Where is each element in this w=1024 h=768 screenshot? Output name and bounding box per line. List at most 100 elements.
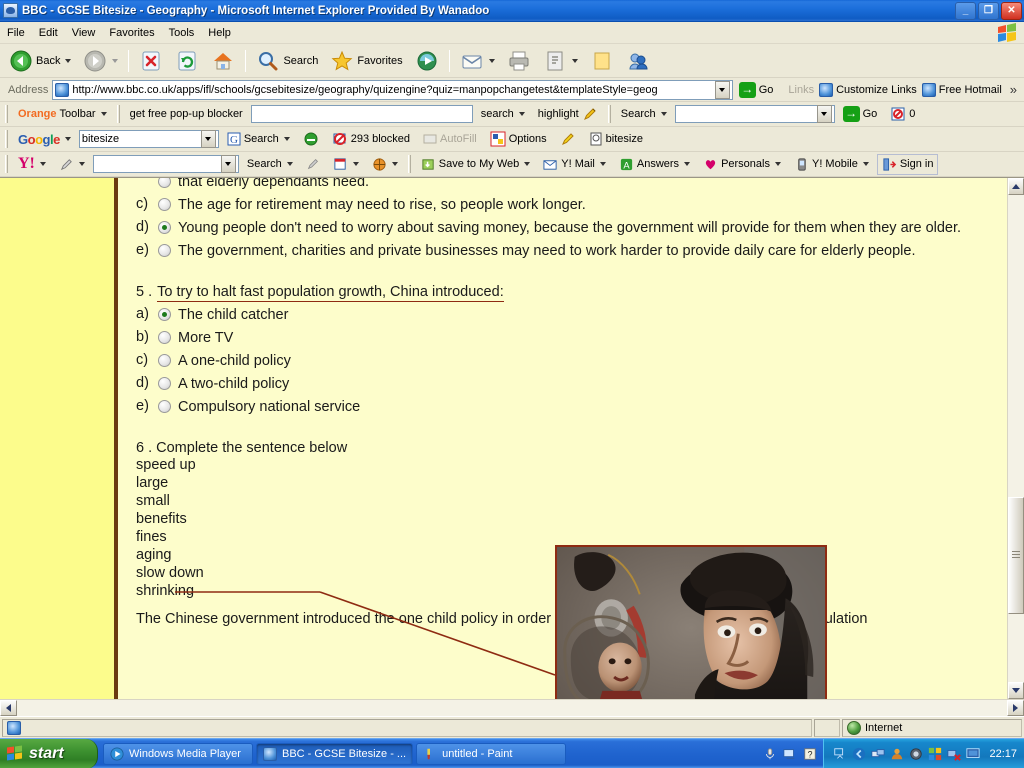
- google-search-button[interactable]: G Search: [222, 129, 295, 149]
- chevron-down-icon[interactable]: [64, 137, 71, 141]
- radio-button-selected[interactable]: [158, 308, 171, 321]
- orange-second-search-menu[interactable]: Search: [616, 105, 672, 123]
- address-input[interactable]: http://www.bbc.co.uk/apps/ifl/schools/gc…: [52, 79, 733, 100]
- antivirus-icon[interactable]: [909, 747, 923, 761]
- start-button[interactable]: start: [0, 738, 98, 768]
- chevron-down-icon[interactable]: [660, 112, 667, 116]
- updates-icon[interactable]: [928, 747, 942, 761]
- tray-expand-icon[interactable]: [833, 747, 847, 761]
- chevron-down-icon[interactable]: [684, 162, 691, 166]
- help-icon[interactable]: ?: [803, 747, 817, 761]
- yahoo-search-button[interactable]: Search: [242, 155, 298, 173]
- vertical-scrollbar[interactable]: [1007, 178, 1024, 699]
- question-4-option-e[interactable]: e) The government, charities and private…: [136, 241, 997, 262]
- toolbar-grip[interactable]: [5, 130, 8, 148]
- word-option[interactable]: small: [136, 492, 997, 510]
- google-popup-blocker[interactable]: 293 blocked: [327, 128, 415, 150]
- toolbar-grip[interactable]: [607, 105, 611, 123]
- messenger-tray-icon[interactable]: [852, 747, 866, 761]
- taskbar-item-paint[interactable]: untitled - Paint: [416, 742, 567, 765]
- network-connection-icon[interactable]: [871, 747, 886, 761]
- clock[interactable]: 22:17: [989, 748, 1017, 760]
- orange-toolbar-menu[interactable]: Orange Toolbar: [13, 105, 112, 123]
- mail-button[interactable]: [455, 46, 500, 76]
- menu-item-help[interactable]: Help: [201, 25, 238, 41]
- edit-dropdown-icon[interactable]: [571, 58, 578, 63]
- question-5-option-b[interactable]: b) More TV: [136, 328, 997, 349]
- radio-button-selected[interactable]: [158, 221, 171, 234]
- address-dropdown-button[interactable]: [714, 80, 730, 99]
- chevron-down-icon[interactable]: [352, 162, 359, 166]
- radio-button[interactable]: [158, 244, 171, 257]
- radio-button[interactable]: [158, 377, 171, 390]
- taskbar-item-windows-media-player[interactable]: Windows Media Player: [103, 742, 253, 765]
- question-5-option-a[interactable]: a) The child catcher: [136, 305, 997, 326]
- radio-button[interactable]: [158, 198, 171, 211]
- print-button[interactable]: [502, 46, 536, 76]
- radio-button[interactable]: [158, 400, 171, 413]
- orange-highlight-button[interactable]: highlight: [533, 103, 603, 125]
- yahoo-pencil2-button[interactable]: [301, 154, 325, 174]
- yahoo-pencil-button[interactable]: [54, 154, 90, 175]
- disconnected-network-icon[interactable]: [947, 747, 962, 761]
- chevron-down-icon[interactable]: [100, 112, 107, 116]
- question-5-option-c[interactable]: c) A one-child policy: [136, 351, 997, 372]
- user-account-icon[interactable]: [890, 747, 904, 761]
- chevron-down-icon[interactable]: [39, 162, 46, 166]
- chevron-down-icon[interactable]: [78, 162, 85, 166]
- search-button[interactable]: Search: [251, 46, 323, 76]
- toolbar-grip[interactable]: [116, 105, 120, 123]
- yahoo-antispy-button[interactable]: [367, 154, 403, 175]
- chevron-down-icon[interactable]: [599, 162, 606, 166]
- home-button[interactable]: [206, 46, 240, 76]
- question-5-option-d[interactable]: d) A two-child policy: [136, 374, 997, 395]
- orange-second-search-dropdown[interactable]: [816, 105, 832, 123]
- menu-item-favorites[interactable]: Favorites: [102, 25, 161, 41]
- network-icon[interactable]: [783, 747, 797, 761]
- go-button[interactable]: Go: [737, 81, 779, 99]
- orange-go-button[interactable]: Go: [838, 103, 883, 125]
- toolbar-grip[interactable]: [5, 105, 8, 123]
- question-4-option-b[interactable]: that elderly dependants need.: [136, 178, 997, 193]
- notes-button[interactable]: [585, 46, 619, 76]
- restore-button[interactable]: ❐: [978, 1, 999, 20]
- orange-second-search-input[interactable]: [674, 105, 835, 123]
- google-autofill-button[interactable]: AutoFill: [418, 129, 482, 149]
- back-button[interactable]: Back: [4, 46, 76, 76]
- display-icon[interactable]: [966, 747, 981, 761]
- question-4-option-c[interactable]: c) The age for retirement may need to ri…: [136, 195, 997, 216]
- microphone-icon[interactable]: [763, 747, 777, 761]
- messenger-button[interactable]: [621, 46, 655, 76]
- forward-dropdown-icon[interactable]: [112, 58, 119, 63]
- link-free-hotmail[interactable]: Free Hotmail: [921, 82, 1002, 97]
- toolbar-grip[interactable]: [5, 155, 8, 173]
- vertical-scroll-thumb[interactable]: [1008, 496, 1024, 614]
- chevron-down-icon[interactable]: [286, 162, 293, 166]
- edit-page-button[interactable]: [538, 46, 583, 76]
- google-pagerank-button[interactable]: [298, 128, 324, 150]
- yahoo-search-input[interactable]: [92, 155, 239, 173]
- stop-button[interactable]: [134, 46, 168, 76]
- toolbar-overflow-icon[interactable]: »: [1007, 82, 1020, 97]
- back-dropdown-icon[interactable]: [65, 58, 72, 63]
- word-option[interactable]: large: [136, 474, 997, 492]
- yahoo-save-to-my-web[interactable]: Save to My Web: [416, 154, 536, 175]
- chevron-down-icon[interactable]: [524, 162, 531, 166]
- scroll-right-button[interactable]: [1007, 700, 1024, 716]
- yahoo-mail-button[interactable]: Y! Mail: [538, 154, 611, 175]
- horizontal-scrollbar[interactable]: [0, 699, 1024, 716]
- google-options-button[interactable]: Options: [485, 128, 552, 150]
- horizontal-scroll-track[interactable]: [17, 700, 1007, 716]
- yahoo-personals-button[interactable]: Personals: [698, 154, 786, 175]
- yahoo-sign-in-button[interactable]: Sign in: [876, 153, 939, 175]
- favorites-button[interactable]: Favorites: [325, 46, 407, 76]
- close-button[interactable]: ✕: [1001, 1, 1022, 20]
- word-option[interactable]: benefits: [136, 510, 997, 528]
- chevron-down-icon[interactable]: [518, 112, 525, 116]
- scroll-down-button[interactable]: [1008, 682, 1024, 699]
- orange-blocked-counter[interactable]: 0: [885, 103, 920, 125]
- menu-item-edit[interactable]: Edit: [32, 25, 65, 41]
- yahoo-mobile-button[interactable]: Y! Mobile: [789, 154, 874, 175]
- google-term-button[interactable]: bitesize: [584, 129, 648, 149]
- radio-button[interactable]: [158, 178, 171, 188]
